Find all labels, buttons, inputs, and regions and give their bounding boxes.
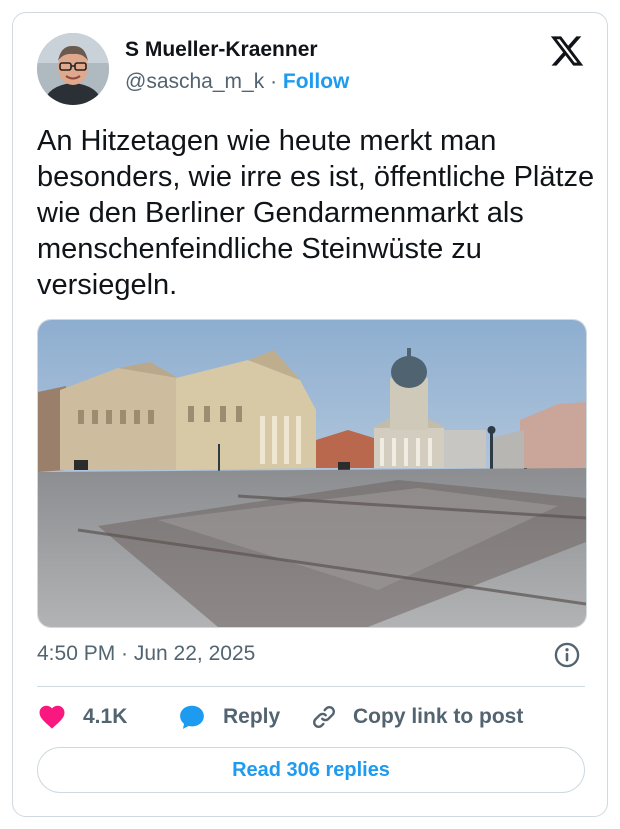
x-logo-icon[interactable] [549, 33, 585, 69]
like-button[interactable]: 4.1K [37, 699, 127, 735]
divider [37, 686, 585, 687]
gendarmenmarkt-photo [38, 320, 586, 627]
tweet-timestamp[interactable]: 4:50 PM · Jun 22, 2025 [37, 642, 255, 666]
reply-button[interactable]: Reply [177, 699, 280, 735]
link-icon [313, 706, 335, 728]
author-handle-row: @sascha_m_k · Follow [125, 70, 349, 94]
read-replies-button[interactable]: Read 306 replies [37, 747, 585, 793]
info-icon[interactable] [553, 641, 581, 669]
avatar[interactable] [37, 33, 109, 105]
tweet-image[interactable] [37, 319, 587, 628]
tweet-card: S Mueller-Kraenner @sascha_m_k · Follow … [12, 12, 608, 817]
handle-separator: · [270, 70, 278, 93]
author-name[interactable]: S Mueller-Kraenner [125, 38, 318, 62]
copy-link-button[interactable]: Copy link to post [309, 699, 523, 735]
action-bar: 4.1K Reply Copy link to post [37, 699, 585, 735]
avatar-photo [37, 33, 109, 105]
like-count: 4.1K [83, 705, 128, 728]
author-handle[interactable]: @sascha_m_k [125, 70, 264, 93]
reply-bubble-icon [180, 705, 204, 729]
copy-link-label: Copy link to post [353, 705, 524, 728]
tweet-text: An Hitzetagen wie heute merkt man besond… [37, 125, 595, 301]
follow-button[interactable]: Follow [283, 70, 350, 93]
reply-label: Reply [223, 705, 281, 728]
heart-icon [39, 705, 65, 729]
